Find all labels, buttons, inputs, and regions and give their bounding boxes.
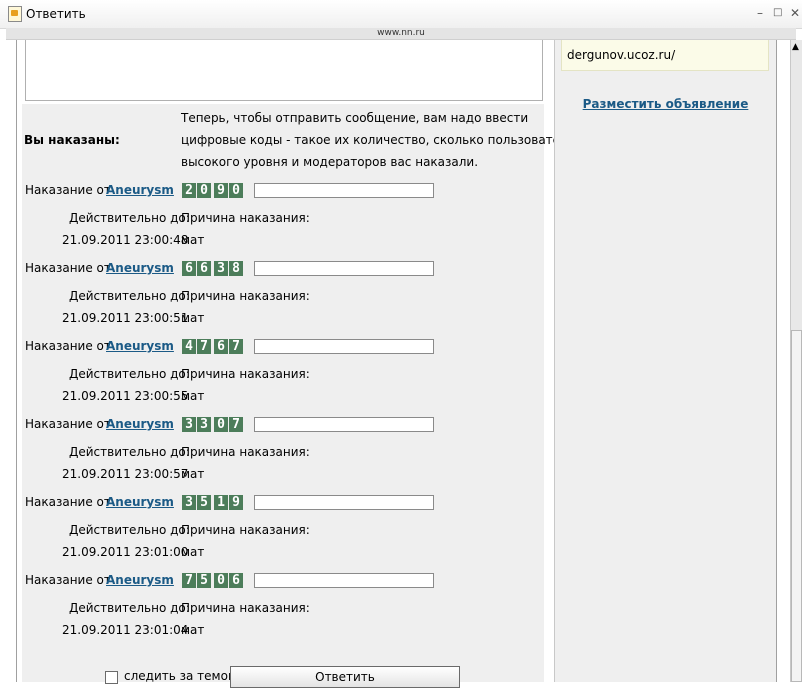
captcha-code: 7506 [182,573,244,588]
captcha-digit: 0 [214,573,228,588]
message-textarea[interactable] [25,40,543,101]
captcha-digit: 9 [229,495,243,510]
valid-until-label: Действительно до: [69,445,190,459]
instructions-line-1: Теперь, чтобы отправить сообщение, вам н… [181,111,529,125]
reason-value: мат [181,623,205,637]
moderator-link[interactable]: Aneurysm [106,261,174,275]
reason-label: Причина наказания: [181,523,310,537]
captcha-digit: 8 [229,261,243,276]
captcha-code-input[interactable] [254,183,434,198]
instructions-line-3: высокого уровня и модераторов вас наказа… [181,155,479,169]
reason-label: Причина наказания: [181,367,310,381]
valid-until-label: Действительно до: [69,289,190,303]
captcha-code-input[interactable] [254,573,434,588]
valid-until-label: Действительно до: [69,367,190,381]
reason-label: Причина наказания: [181,445,310,459]
punished-by-label: Наказание от [25,261,111,275]
captcha-code-input[interactable] [254,495,434,510]
instructions-line-2: цифровые коды - такое их количество, ско… [181,133,583,147]
valid-until-value: 21.09.2011 23:00:48 [62,233,189,247]
punished-by-label: Наказание от [25,573,111,587]
watch-topic-checkbox[interactable] [105,671,118,684]
captcha-digit: 7 [197,339,211,354]
moderator-link[interactable]: Aneurysm [106,183,174,197]
punishment-heading: Вы наказаны: [24,133,120,147]
watch-topic-label: следить за темой [124,669,236,683]
right-frame-border [776,40,777,682]
scrollbar-thumb[interactable] [791,330,802,682]
ad-box: dergunov.ucoz.ru/ [561,40,769,71]
captcha-digit: 3 [214,261,228,276]
captcha-code: 4767 [182,339,244,354]
punished-by-label: Наказание от [25,183,111,197]
captcha-code-input[interactable] [254,261,434,276]
captcha-digit: 3 [182,417,196,432]
valid-until-value: 21.09.2011 23:00:51 [62,311,189,325]
submit-reply-button[interactable]: Ответить [230,666,460,688]
moderator-link[interactable]: Aneurysm [106,573,174,587]
captcha-digit: 6 [182,261,196,276]
post-ad-container: Разместить объявление [555,97,776,111]
captcha-digit: 1 [214,495,228,510]
captcha-code: 6638 [182,261,244,276]
maximize-icon[interactable]: □ [773,7,782,18]
valid-until-value: 21.09.2011 23:01:04 [62,623,189,637]
captcha-digit: 5 [197,573,211,588]
captcha-digit: 9 [214,183,228,198]
captcha-digit: 3 [182,495,196,510]
reason-value: мат [181,389,205,403]
captcha-digit: 0 [214,417,228,432]
captcha-digit: 5 [197,495,211,510]
captcha-digit: 7 [229,417,243,432]
scrollbar[interactable]: ▲ [790,40,802,682]
app-icon [8,6,22,22]
left-frame-border [16,40,17,682]
valid-until-label: Действительно до: [69,211,190,225]
moderator-link[interactable]: Aneurysm [106,417,174,431]
captcha-code-input[interactable] [254,339,434,354]
window-title: Ответить [26,7,86,21]
reason-value: мат [181,545,205,559]
close-icon[interactable]: ✕ [790,6,800,20]
captcha-digit: 6 [197,261,211,276]
captcha-digit: 6 [214,339,228,354]
captcha-digit: 2 [182,183,196,198]
valid-until-label: Действительно до: [69,523,190,537]
minimize-icon[interactable]: – [757,6,763,20]
captcha-digit: 4 [182,339,196,354]
scroll-up-icon[interactable]: ▲ [792,42,799,52]
captcha-code: 2090 [182,183,244,198]
captcha-code: 3307 [182,417,244,432]
post-ad-link[interactable]: Разместить объявление [583,97,749,111]
captcha-digit: 0 [197,183,211,198]
url-bar: www.nn.ru [6,28,796,40]
reason-value: мат [181,311,205,325]
right-sidebar: dergunov.ucoz.ru/ Разместить объявление [555,40,776,682]
captcha-digit: 3 [197,417,211,432]
window-titlebar: Ответить – □ ✕ [0,0,802,29]
moderator-link[interactable]: Aneurysm [106,339,174,353]
captcha-code-input[interactable] [254,417,434,432]
captcha-digit: 7 [182,573,196,588]
reason-value: мат [181,467,205,481]
punished-by-label: Наказание от [25,417,111,431]
reason-label: Причина наказания: [181,601,310,615]
captcha-digit: 6 [229,573,243,588]
ad-text: dergunov.ucoz.ru/ [567,48,676,62]
reason-value: мат [181,233,205,247]
punished-by-label: Наказание от [25,339,111,353]
moderator-link[interactable]: Aneurysm [106,495,174,509]
captcha-digit: 0 [229,183,243,198]
valid-until-label: Действительно до: [69,601,190,615]
punished-by-label: Наказание от [25,495,111,509]
captcha-digit: 7 [229,339,243,354]
reason-label: Причина наказания: [181,211,310,225]
reason-label: Причина наказания: [181,289,310,303]
valid-until-value: 21.09.2011 23:00:55 [62,389,189,403]
captcha-code: 3519 [182,495,244,510]
valid-until-value: 21.09.2011 23:01:00 [62,545,189,559]
valid-until-value: 21.09.2011 23:00:57 [62,467,189,481]
